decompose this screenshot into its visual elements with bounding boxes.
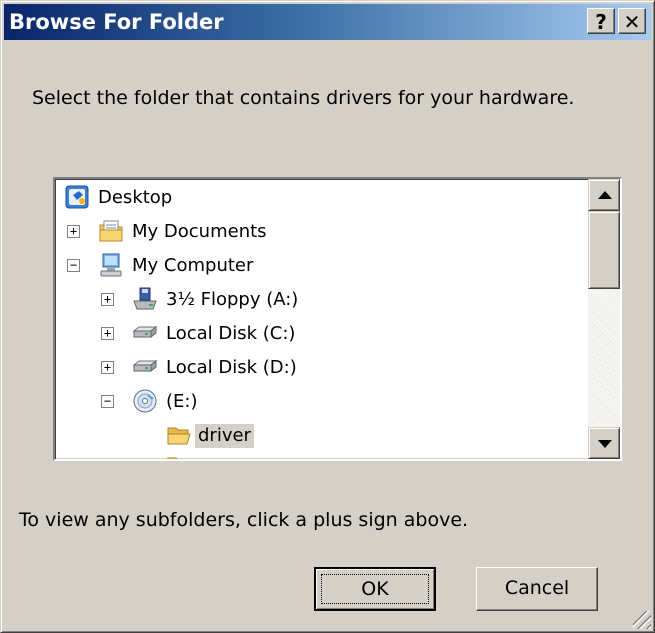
cd-drive-icon bbox=[131, 387, 159, 415]
floppy-drive-icon bbox=[131, 285, 159, 313]
tree-item-label: My Documents bbox=[132, 221, 267, 242]
instruction-text: Select the folder that contains drivers … bbox=[32, 87, 575, 109]
expand-icon[interactable]: + bbox=[101, 361, 114, 374]
folder-icon bbox=[165, 455, 193, 459]
tree-item-label: driver bbox=[195, 424, 254, 448]
collapse-icon[interactable]: − bbox=[101, 395, 114, 408]
expand-icon[interactable]: + bbox=[101, 327, 114, 340]
focus-rectangle bbox=[321, 574, 429, 604]
browse-for-folder-dialog: Browse For Folder ? ✕ Select the folder … bbox=[0, 0, 655, 633]
scroll-down-button[interactable] bbox=[588, 427, 620, 459]
cancel-button[interactable]: Cancel bbox=[476, 567, 598, 611]
tree-item-local-disk-c[interactable]: + Local Disk (C:) bbox=[55, 317, 591, 351]
folder-tree-viewport: Desktop + My Documents − My Computer + 3… bbox=[55, 179, 591, 459]
folder-tree[interactable]: Desktop + My Documents − My Computer + 3… bbox=[53, 177, 622, 461]
tree-item-driver[interactable]: driver bbox=[55, 419, 591, 453]
ok-button[interactable]: OK bbox=[314, 567, 436, 611]
expand-icon[interactable]: + bbox=[67, 225, 80, 238]
tree-item-partial bbox=[55, 453, 591, 459]
tree-item-desktop[interactable]: Desktop bbox=[55, 181, 591, 215]
tree-item-label: Desktop bbox=[98, 187, 173, 208]
resize-grip-icon[interactable] bbox=[633, 611, 651, 629]
up-arrow-icon bbox=[598, 191, 612, 199]
scroll-thumb[interactable] bbox=[588, 211, 620, 289]
tree-item-label: (E:) bbox=[166, 391, 198, 412]
title-bar[interactable]: Browse For Folder ? ✕ bbox=[4, 4, 651, 40]
tree-item-my-documents[interactable]: + My Documents bbox=[55, 215, 591, 249]
subfolder-hint-text: To view any subfolders, click a plus sig… bbox=[19, 509, 469, 531]
tree-item-drive-e[interactable]: − (E:) bbox=[55, 385, 591, 419]
scroll-up-button[interactable] bbox=[588, 179, 620, 211]
close-button[interactable]: ✕ bbox=[618, 8, 646, 34]
computer-icon bbox=[97, 251, 125, 279]
window-title: Browse For Folder bbox=[9, 10, 224, 34]
open-folder-icon bbox=[165, 421, 193, 449]
cancel-button-label: Cancel bbox=[504, 577, 570, 599]
tree-item-label: My Computer bbox=[132, 255, 254, 276]
hard-disk-icon bbox=[131, 353, 159, 381]
expand-icon[interactable]: + bbox=[101, 293, 114, 306]
documents-folder-icon bbox=[97, 217, 125, 245]
tree-item-label: 3½ Floppy (A:) bbox=[166, 289, 299, 310]
help-button[interactable]: ? bbox=[587, 8, 615, 34]
tree-item-local-disk-d[interactable]: + Local Disk (D:) bbox=[55, 351, 591, 385]
collapse-icon[interactable]: − bbox=[67, 259, 80, 272]
tree-item-label: Local Disk (C:) bbox=[166, 323, 296, 344]
tree-item-my-computer[interactable]: − My Computer bbox=[55, 249, 591, 283]
tree-item-label: Local Disk (D:) bbox=[166, 357, 297, 378]
vertical-scrollbar[interactable] bbox=[588, 179, 620, 459]
desktop-icon bbox=[63, 183, 91, 211]
down-arrow-icon bbox=[598, 440, 612, 448]
hard-disk-icon bbox=[131, 319, 159, 347]
tree-item-floppy-a[interactable]: + 3½ Floppy (A:) bbox=[55, 283, 591, 317]
